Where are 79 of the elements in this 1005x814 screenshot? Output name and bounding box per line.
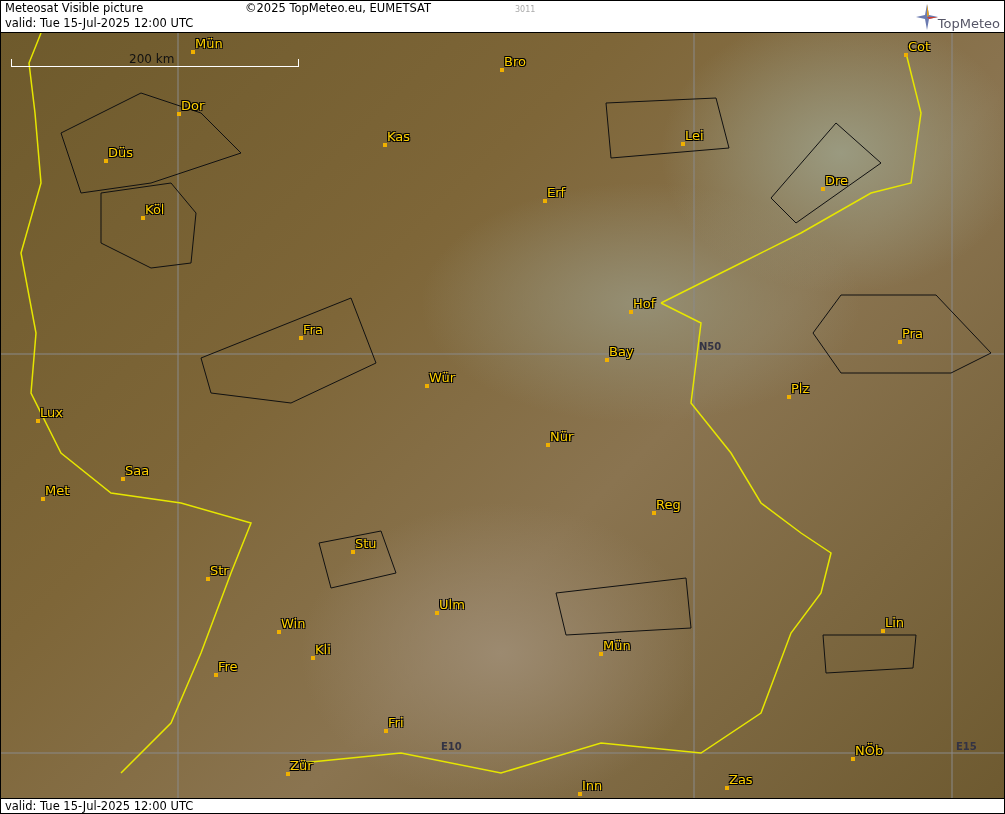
city-marker-icon	[383, 143, 387, 147]
city-label: Dor	[181, 99, 205, 113]
city-label: Nür	[550, 430, 574, 444]
city-label: Fra	[303, 323, 323, 337]
city-label: Bay	[609, 345, 634, 359]
city-label: Saa	[125, 464, 150, 478]
city-label: Mün	[603, 639, 631, 653]
city-marker-icon	[605, 358, 609, 362]
city-marker-icon	[299, 336, 303, 340]
city-label: Bro	[504, 55, 526, 69]
city-marker-icon	[543, 199, 547, 203]
city-label: Met	[45, 484, 70, 498]
image-code: 3011	[515, 5, 536, 14]
city-marker-icon	[652, 511, 656, 515]
city-marker-icon	[629, 310, 633, 314]
city-label: Plz	[791, 382, 810, 396]
grid-label: E10	[441, 741, 462, 753]
city-label: Stu	[355, 537, 377, 551]
city-marker-icon	[214, 673, 218, 677]
city-label: Wür	[429, 371, 455, 385]
city-marker-icon	[177, 112, 181, 116]
city-label: Lei	[685, 129, 704, 143]
city-marker-icon	[599, 652, 603, 656]
city-label: Zür	[290, 759, 313, 773]
city-marker-icon	[898, 340, 902, 344]
city-label: Inn	[582, 779, 603, 793]
city-label: Mün	[195, 37, 223, 51]
city-label: Lux	[40, 406, 63, 420]
city-label: Str	[210, 564, 229, 578]
city-label: Reg	[656, 498, 681, 512]
city-marker-icon	[351, 550, 355, 554]
city-marker-icon	[277, 630, 281, 634]
city-label: Fri	[388, 716, 404, 730]
city-marker-icon	[787, 395, 791, 399]
city-marker-icon	[425, 384, 429, 388]
city-marker-icon	[546, 443, 550, 447]
city-marker-icon	[36, 419, 40, 423]
city-label: Fre	[218, 660, 238, 674]
city-marker-icon	[881, 629, 885, 633]
city-label: Kli	[315, 643, 331, 657]
valid-time: valid: Tue 15-Jul-2025 12:00 UTC	[5, 799, 194, 813]
city-marker-icon	[41, 497, 45, 501]
city-label: Kas	[387, 130, 411, 144]
logo-text: TopMeteo	[937, 16, 1000, 32]
city-label: Erf	[547, 186, 566, 200]
city-marker-icon	[206, 577, 210, 581]
city-marker-icon	[104, 159, 108, 163]
city-marker-icon	[578, 792, 582, 796]
grid-label: N50	[699, 341, 722, 353]
grid-label: E15	[956, 741, 977, 753]
picture-title: Meteosat Visible picture	[5, 1, 145, 16]
city-marker-icon	[121, 477, 125, 481]
scale-label: 200 km	[129, 52, 175, 66]
city-marker-icon	[435, 611, 439, 615]
city-marker-icon	[141, 216, 145, 220]
city-marker-icon	[191, 50, 195, 54]
valid-time: valid: Tue 15-Jul-2025 12:00 UTC	[5, 16, 195, 31]
city-label: Lin	[885, 616, 905, 630]
compass-star-icon	[915, 4, 938, 30]
city-marker-icon	[311, 656, 315, 660]
city-label: Pra	[902, 327, 923, 341]
city-marker-icon	[851, 757, 855, 761]
city-label: Win	[281, 617, 306, 631]
city-label: Cot	[908, 40, 931, 54]
city-marker-icon	[384, 729, 388, 733]
city-marker-icon	[904, 53, 908, 57]
city-marker-icon	[725, 786, 729, 790]
copyright-text: ©2025 TopMeteo.eu, EUMETSAT	[245, 1, 431, 16]
city-marker-icon	[286, 772, 290, 776]
city-label: Dre	[825, 174, 849, 188]
city-label: NÖb	[855, 744, 884, 758]
city-label: Düs	[108, 146, 134, 160]
city-label: Köl	[145, 203, 165, 217]
city-marker-icon	[821, 187, 825, 191]
city-marker-icon	[681, 142, 685, 146]
city-label: Hof	[633, 297, 656, 311]
city-marker-icon	[500, 68, 504, 72]
city-label: Zas	[729, 773, 753, 787]
city-label: Ulm	[439, 598, 465, 612]
